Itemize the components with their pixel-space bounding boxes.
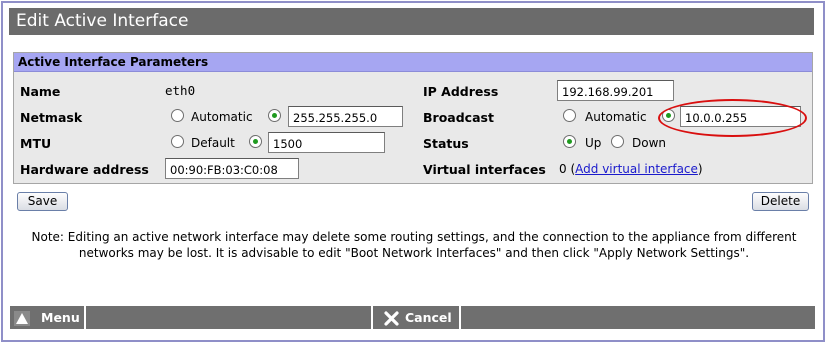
status-down-label: Down	[632, 136, 667, 150]
broadcast-automatic-label: Automatic	[585, 110, 647, 124]
mtu-default-label: Default	[191, 136, 235, 150]
netmask-automatic-radio[interactable]	[171, 109, 184, 122]
status-label: Status	[423, 136, 469, 151]
page-title: Edit Active Interface	[9, 8, 814, 35]
add-virtual-interface-link[interactable]: Add virtual interface	[575, 162, 698, 176]
status-down-radio[interactable]	[611, 135, 624, 148]
virtual-count-value: 0	[559, 162, 567, 176]
virtual-interfaces-label: Virtual interfaces	[423, 162, 546, 177]
note-text: Note: Editing an active network interfac…	[31, 230, 797, 260]
virtual-interfaces-count: 0 (Add virtual interface)	[559, 162, 703, 176]
ip-address-input[interactable]	[557, 80, 674, 101]
delete-button[interactable]: Delete	[752, 192, 809, 211]
broadcast-label: Broadcast	[423, 110, 494, 125]
broadcast-automatic-radio[interactable]	[563, 109, 576, 122]
mtu-default-radio[interactable]	[171, 135, 184, 148]
name-value: eth0	[165, 83, 196, 98]
mtu-input[interactable]	[268, 132, 385, 153]
hardware-address-label: Hardware address	[20, 162, 149, 177]
cancel-button[interactable]: Cancel	[375, 306, 461, 329]
annotation-circle	[658, 99, 807, 137]
ip-address-label: IP Address	[423, 84, 499, 99]
menu-button[interactable]: Menu	[10, 306, 86, 329]
netmask-label: Netmask	[20, 110, 83, 125]
netmask-automatic-label: Automatic	[191, 110, 253, 124]
x-icon	[384, 310, 399, 333]
mtu-manual-radio[interactable]	[249, 135, 262, 148]
status-up-label: Up	[585, 136, 602, 150]
mtu-label: MTU	[20, 136, 52, 151]
cancel-label: Cancel	[405, 310, 452, 325]
menu-label: Menu	[41, 310, 80, 325]
netmask-manual-radio[interactable]	[268, 109, 281, 122]
save-button[interactable]: Save	[17, 192, 68, 211]
hardware-address-input[interactable]	[165, 158, 299, 179]
panel-title: Active Interface Parameters	[14, 53, 812, 72]
footer-bar: Menu Cancel	[10, 306, 815, 329]
status-up-radio[interactable]	[563, 135, 576, 148]
triangle-up-icon	[14, 310, 30, 333]
footer-spacer-left	[88, 306, 373, 329]
footer-spacer-right	[463, 306, 815, 329]
netmask-input[interactable]	[288, 106, 403, 127]
virtual-close-paren: )	[697, 162, 703, 176]
name-label: Name	[20, 84, 61, 99]
